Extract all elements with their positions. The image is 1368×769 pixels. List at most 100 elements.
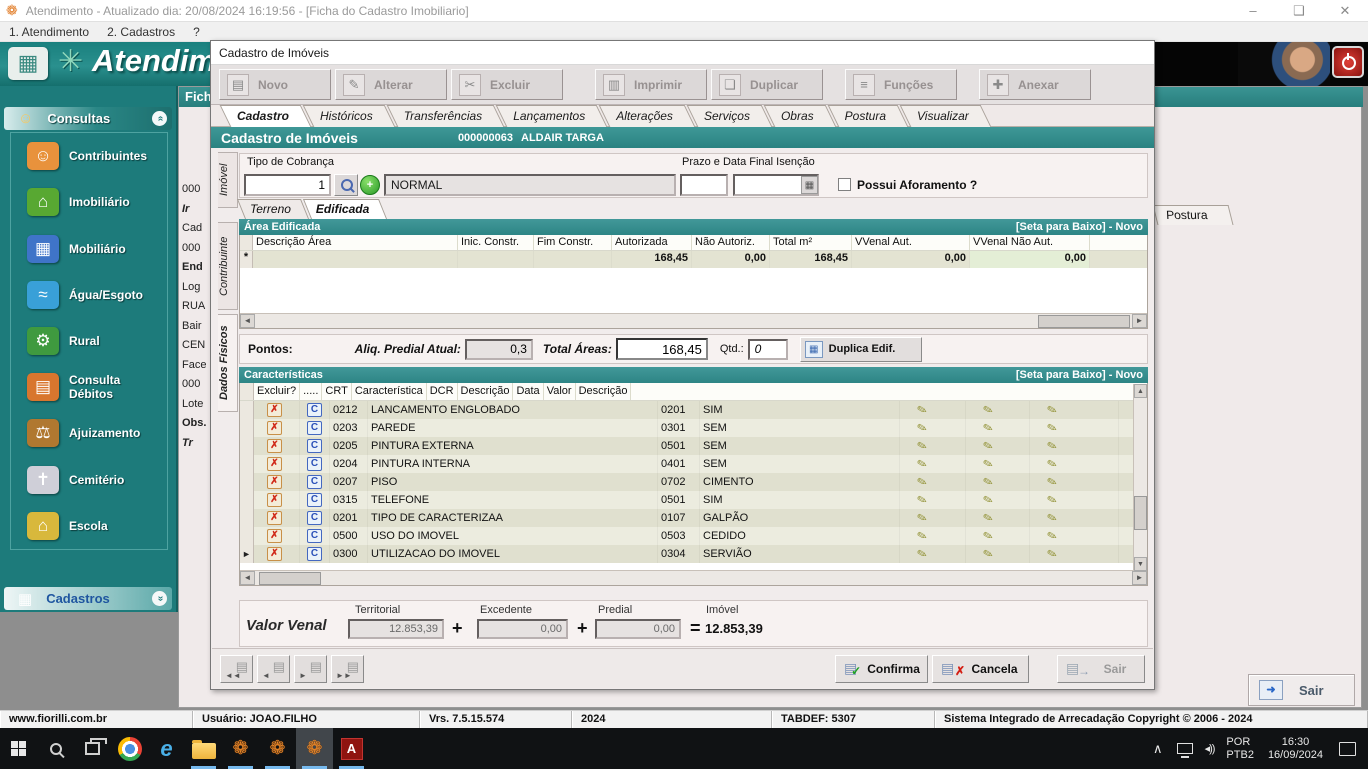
sidebar-item[interactable]: ▦ Mobiliário: [11, 225, 167, 271]
scroll-thumb[interactable]: [1134, 496, 1147, 530]
start-button[interactable]: [0, 728, 37, 769]
dialog-tab[interactable]: Lançamentos: [501, 105, 602, 127]
tray-expand-icon[interactable]: ∧: [1153, 741, 1163, 757]
delete-characteristic-button[interactable]: ✗: [267, 493, 282, 507]
characteristic-row[interactable]: ✗ C 0205 PINTURA EXTERNA 0501 SEM ✎ ✎ ✎: [240, 437, 1147, 455]
power-button[interactable]: [1332, 46, 1364, 78]
edit-data-icon[interactable]: ✎: [915, 438, 928, 454]
delete-characteristic-button[interactable]: ✗: [267, 439, 282, 453]
dialog-tab[interactable]: Serviços: [692, 105, 767, 127]
edit-descricao-icon[interactable]: ✎: [1045, 456, 1058, 472]
edit-descricao-icon[interactable]: ✎: [1045, 492, 1058, 508]
excedente-input[interactable]: [477, 619, 568, 639]
sidebar-item[interactable]: ✝ Cemitério: [11, 457, 167, 503]
acrobat-icon[interactable]: A: [333, 728, 370, 769]
menu-item[interactable]: 1. Atendimento: [0, 25, 98, 39]
edit-descricao-icon[interactable]: ✎: [1045, 528, 1058, 544]
file-explorer-icon[interactable]: [185, 728, 222, 769]
characteristic-row[interactable]: ✗ C 0203 PAREDE 0301 SEM ✎ ✎ ✎: [240, 419, 1147, 437]
duplicate-icon[interactable]: ❏ Duplicar: [711, 69, 823, 100]
delete-characteristic-button[interactable]: ✗: [267, 529, 282, 543]
minimize-button[interactable]: –: [1230, 0, 1276, 22]
go-button[interactable]: +: [360, 175, 380, 195]
edit-data-icon[interactable]: ✎: [915, 420, 928, 436]
previous-record-button[interactable]: ▤◄: [257, 655, 290, 683]
action-center-icon[interactable]: [1339, 742, 1356, 756]
delete-icon[interactable]: ✂ Excluir: [451, 69, 563, 100]
delete-characteristic-button[interactable]: ✗: [267, 421, 282, 435]
scroll-right-icon[interactable]: ►: [1132, 571, 1147, 585]
edit-data-icon[interactable]: ✎: [915, 546, 928, 562]
ie-icon[interactable]: e: [148, 728, 185, 769]
functions-icon[interactable]: ≡ Funções: [845, 69, 957, 100]
attach-icon[interactable]: ✚ Anexar: [979, 69, 1091, 100]
speaker-icon[interactable]: ◂)): [1205, 742, 1215, 755]
expand-chevron-icon[interactable]: »: [152, 591, 167, 606]
edit-valor-icon[interactable]: ✎: [981, 438, 994, 454]
dialog-tab[interactable]: Obras: [769, 105, 831, 127]
sair-button[interactable]: ▤→ Sair: [1057, 655, 1145, 683]
dialog-tab[interactable]: Transferências: [392, 105, 499, 127]
characteristic-row[interactable]: ✗ C 0201 TIPO DE CARACTERIZAA 0107 GALPÃ…: [240, 509, 1147, 527]
dialog-tab[interactable]: Alterações: [604, 105, 690, 127]
area-hscrollbar[interactable]: ◄ ►: [240, 313, 1147, 328]
cobranca-code-input[interactable]: [244, 174, 331, 196]
characteristic-row[interactable]: ✗ C 0207 PISO 0702 CIMENTO ✎ ✎ ✎: [240, 473, 1147, 491]
language-indicator[interactable]: POR PTB2: [1226, 736, 1254, 762]
delete-characteristic-button[interactable]: ✗: [267, 475, 282, 489]
edit-data-icon[interactable]: ✎: [915, 492, 928, 508]
sidebar-group-cadastros[interactable]: ▦ Cadastros »: [4, 587, 172, 610]
close-button[interactable]: ✕: [1322, 0, 1368, 22]
menu-item[interactable]: 2. Cadastros: [98, 25, 184, 39]
sidebar-item[interactable]: ▤ Consulta Débitos: [11, 364, 167, 410]
edit-valor-icon[interactable]: ✎: [981, 528, 994, 544]
sidebar-item[interactable]: ⌂ Imobiliário: [11, 179, 167, 225]
edit-valor-icon[interactable]: ✎: [981, 474, 994, 490]
edit-valor-icon[interactable]: ✎: [981, 420, 994, 436]
scroll-right-icon[interactable]: ►: [1132, 314, 1147, 328]
chrome-icon[interactable]: [111, 728, 148, 769]
edit-icon[interactable]: ✎ Alterar: [335, 69, 447, 100]
characteristic-row[interactable]: ✗ C 0500 USO DO IMOVEL 0503 CEDIDO ✎ ✎ ✎: [240, 527, 1147, 545]
delete-characteristic-button[interactable]: ✗: [267, 457, 282, 471]
collapse-chevron-icon[interactable]: «: [152, 111, 167, 126]
network-icon[interactable]: [1177, 743, 1193, 754]
edit-data-icon[interactable]: ✎: [915, 528, 928, 544]
fiorilli-app-icon[interactable]: ❁: [259, 728, 296, 769]
edit-descricao-icon[interactable]: ✎: [1045, 438, 1058, 454]
edit-descricao-icon[interactable]: ✎: [1045, 474, 1058, 490]
sub-tab[interactable]: Terreno: [241, 199, 305, 219]
territorial-input[interactable]: [348, 619, 444, 639]
carac-hscrollbar[interactable]: ◄ ►: [240, 570, 1147, 585]
edit-valor-icon[interactable]: ✎: [981, 402, 994, 418]
edit-descricao-icon[interactable]: ✎: [1045, 420, 1058, 436]
dialog-tab[interactable]: Visualizar: [905, 105, 986, 127]
first-record-button[interactable]: ▤◄◄: [220, 655, 253, 683]
delete-characteristic-button[interactable]: ✗: [267, 547, 282, 561]
sidebar-item[interactable]: ⌂ Escola: [11, 503, 167, 549]
area-table-row[interactable]: * 168,450,00168,450,000,00: [240, 251, 1147, 268]
scroll-up-icon[interactable]: ▲: [1134, 384, 1147, 398]
restore-button[interactable]: ❑: [1276, 0, 1322, 22]
side-tab[interactable]: Contribuinte: [218, 222, 238, 310]
characteristic-row[interactable]: ✗ C 0204 PINTURA INTERNA 0401 SEM ✎ ✎ ✎: [240, 455, 1147, 473]
sidebar-group-consultas[interactable]: ☺ Consultas «: [4, 107, 172, 130]
duplica-edif-button[interactable]: ▦ Duplica Edif.: [800, 337, 922, 362]
qtd-input[interactable]: [748, 339, 788, 360]
edit-data-icon[interactable]: ✎: [915, 474, 928, 490]
search-lookup-button[interactable]: [334, 174, 358, 196]
dialog-tab[interactable]: Históricos: [308, 105, 390, 127]
characteristic-row[interactable]: ✗ C 0212 LANCAMENTO ENGLOBADO 0201 SIM ✎…: [240, 401, 1147, 419]
sidebar-item[interactable]: ☺ Contribuintes: [11, 133, 167, 179]
total-areas-input[interactable]: [616, 338, 708, 360]
sidebar-item[interactable]: ⚖ Ajuizamento: [11, 410, 167, 456]
predial-input[interactable]: [595, 619, 681, 639]
dialog-tab[interactable]: Postura: [833, 105, 903, 127]
scroll-thumb[interactable]: [1038, 315, 1130, 328]
cancela-button[interactable]: ▤✗ Cancela: [932, 655, 1029, 683]
dialog-tab[interactable]: Cadastro: [225, 105, 306, 127]
delete-characteristic-button[interactable]: ✗: [267, 403, 282, 417]
edit-data-icon[interactable]: ✎: [915, 510, 928, 526]
sub-tab[interactable]: Edificada: [307, 199, 383, 219]
menu-item[interactable]: ?: [184, 25, 209, 39]
